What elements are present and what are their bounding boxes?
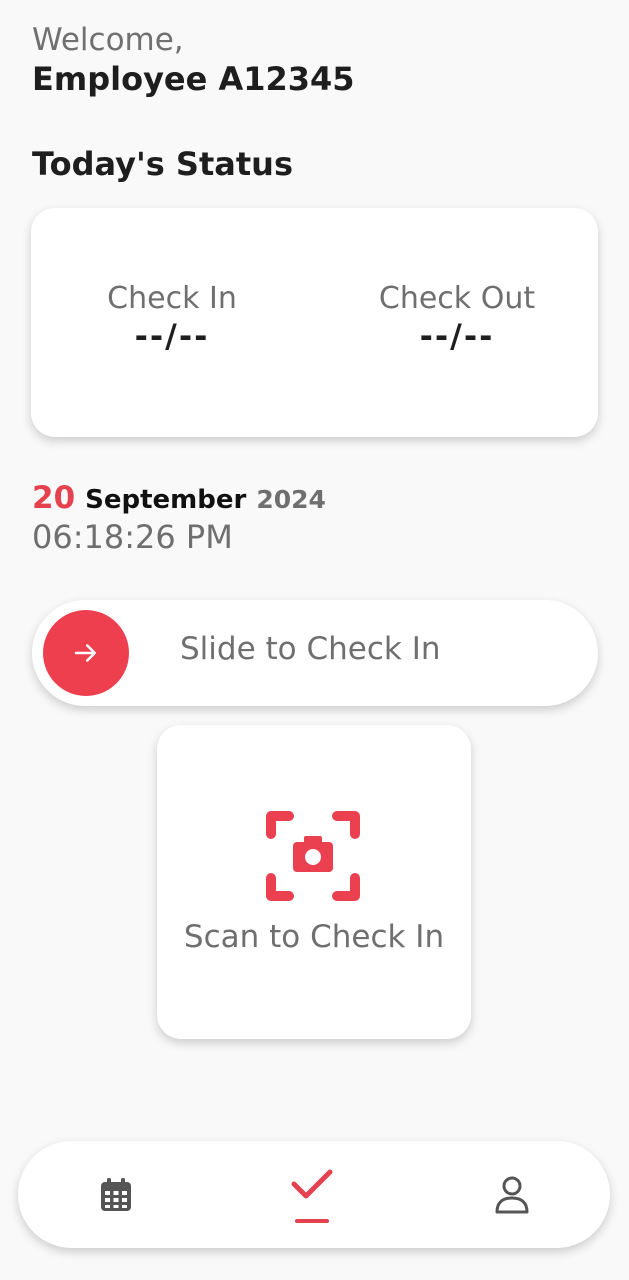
date-year: 2024: [256, 485, 326, 514]
calendar-icon: [101, 1177, 131, 1211]
status-card: Check In --/-- Check Out --/--: [31, 208, 598, 437]
slide-to-check-in[interactable]: Slide to Check In: [32, 600, 598, 706]
check-in-label: Check In: [107, 281, 237, 316]
check-in-time: --/--: [134, 317, 210, 355]
scan-to-check-in-button[interactable]: Scan to Check In: [157, 725, 471, 1039]
nav-item-profile[interactable]: [452, 1141, 572, 1248]
date-day: 20: [32, 480, 76, 516]
scan-label: Scan to Check In: [183, 919, 445, 955]
camera-scan-icon: [266, 811, 360, 901]
check-icon: [291, 1169, 333, 1198]
slider-label: Slide to Check In: [180, 631, 441, 667]
check-out-time: --/--: [419, 317, 495, 355]
check-out-label: Check Out: [378, 281, 536, 316]
current-date: 20 September 2024: [32, 480, 326, 516]
home-screen: Welcome, Employee A12345 Today's Status …: [0, 0, 629, 1280]
check-out-status: Check Out --/--: [337, 280, 577, 354]
employee-name: Employee A12345: [32, 60, 355, 98]
user-icon: [495, 1176, 529, 1213]
date-month: September: [85, 485, 247, 515]
arrow-right-icon: [74, 644, 96, 662]
nav-item-calendar[interactable]: [56, 1141, 176, 1248]
nav-item-check-in[interactable]: [252, 1141, 372, 1248]
todays-status-title: Today's Status: [32, 145, 293, 183]
check-in-status: Check In --/--: [52, 280, 292, 354]
welcome-text: Welcome,: [32, 22, 184, 58]
bottom-navigation: [18, 1141, 610, 1248]
slider-knob[interactable]: [43, 610, 129, 696]
active-indicator: [295, 1219, 329, 1223]
current-time: 06:18:26 PM: [32, 518, 233, 556]
